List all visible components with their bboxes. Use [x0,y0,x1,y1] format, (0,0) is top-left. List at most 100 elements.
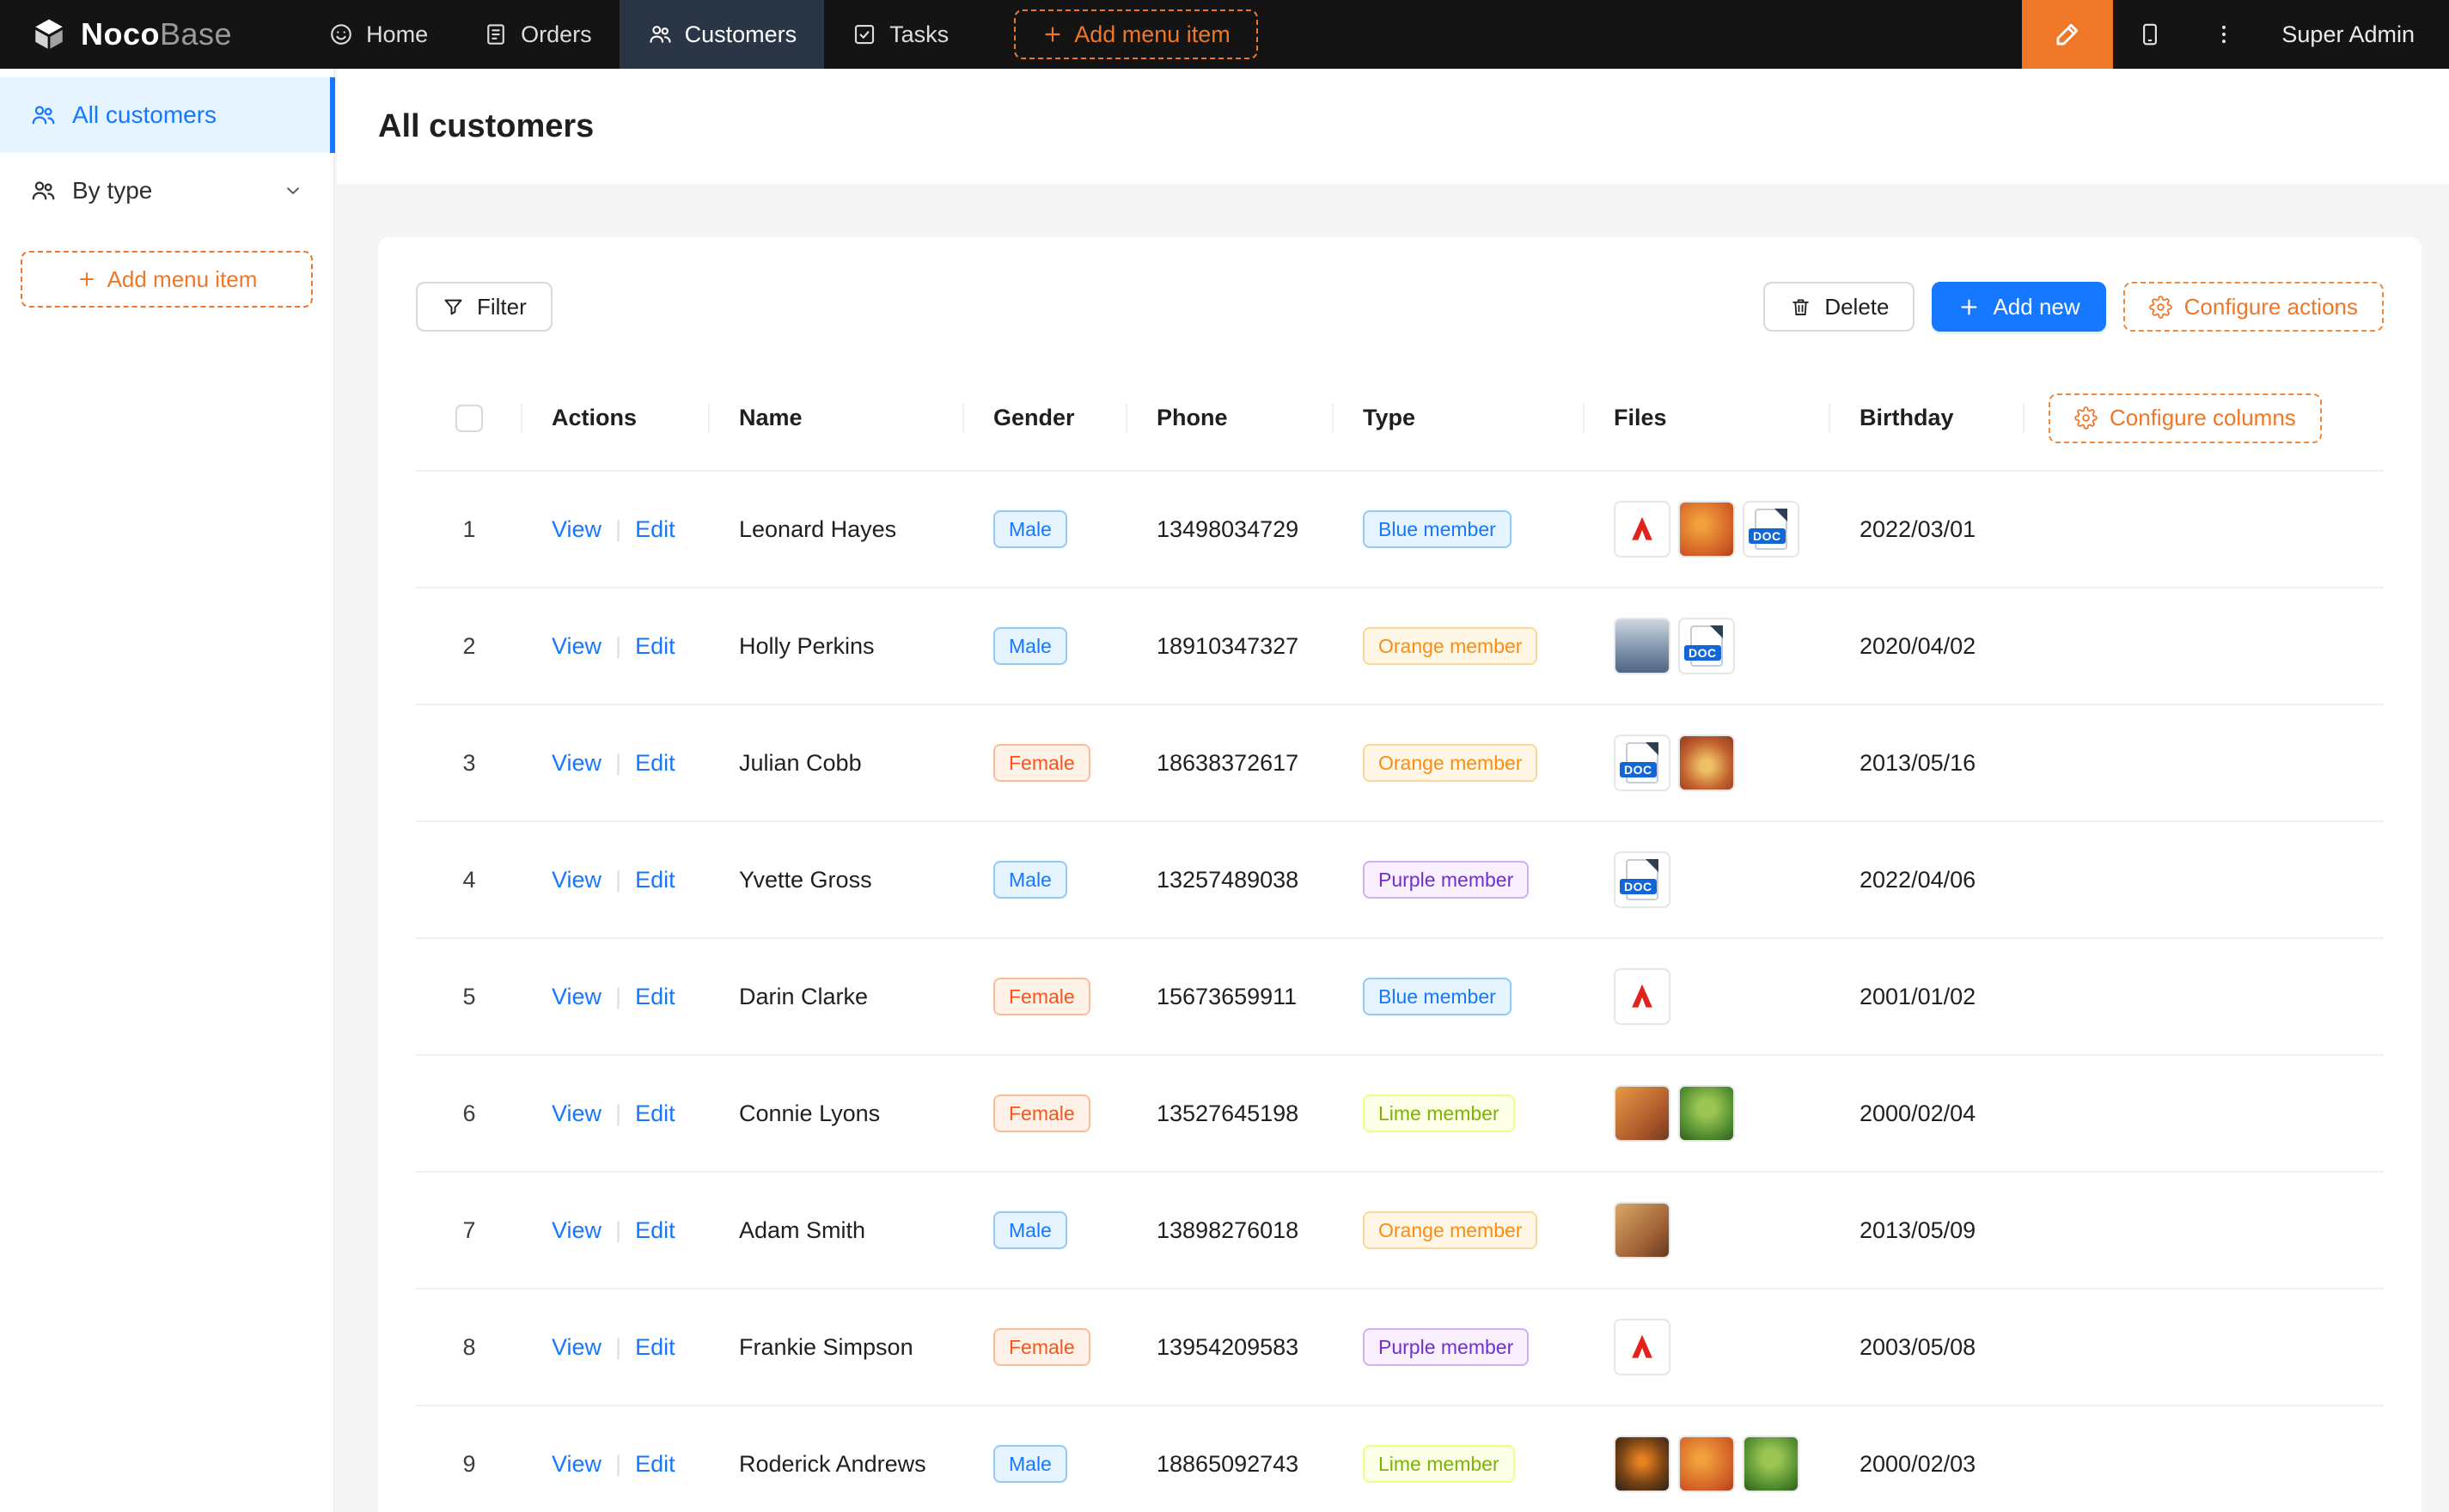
cell-configure-spacer [2025,821,2384,938]
image-thumbnail-broccoli[interactable] [1743,1436,1799,1492]
cell-configure-spacer [2025,704,2384,821]
view-link[interactable]: View [552,633,602,659]
cell-phone: 18865092743 [1127,1405,1334,1512]
edit-link[interactable]: Edit [635,516,675,542]
view-link[interactable]: View [552,1100,602,1126]
pdf-file-icon[interactable] [1614,968,1670,1025]
page-fold-icon [1774,509,1787,521]
nav-item-home[interactable]: Home [301,0,455,69]
sidebar-item-label: By type [72,177,152,204]
cell-name: Julian Cobb [710,704,964,821]
cell-name: Darin Clarke [710,938,964,1055]
cell-gender: Male [964,821,1127,938]
action-divider: | [615,1334,621,1360]
action-divider: | [615,750,621,776]
image-thumbnail-oranges[interactable] [1678,501,1735,558]
user-menu[interactable]: Super Admin [2261,21,2449,48]
edit-link[interactable]: Edit [635,984,675,1009]
files-list: DOC [1614,851,1817,908]
page-fold-icon [1646,742,1658,755]
files-list [1614,1202,1817,1259]
view-link[interactable]: View [552,1451,602,1477]
image-thumbnail-autumn[interactable] [1614,1085,1670,1142]
filter-button[interactable]: Filter [416,282,553,332]
cell-birthday: 2020/04/02 [1830,588,2025,704]
image-thumbnail-people[interactable] [1614,618,1670,674]
doc-page: DOC [1626,742,1658,783]
table-block-card: Filter Delete [378,237,2422,1512]
sidebar-item-label: All customers [72,101,217,129]
delete-button[interactable]: Delete [1763,282,1915,332]
column-header-birthday: Birthday [1830,366,2025,471]
image-thumbnail-oranges[interactable] [1678,1436,1735,1492]
cell-phone: 13498034729 [1127,471,1334,588]
cell-phone: 15673659911 [1127,938,1334,1055]
view-link[interactable]: View [552,750,602,776]
view-link[interactable]: View [552,1217,602,1243]
chevron-down-icon[interactable] [282,180,304,202]
image-thumbnail-food[interactable] [1614,1202,1670,1259]
image-thumbnail-dark-oranges[interactable] [1614,1436,1670,1492]
cell-birthday: 2000/02/03 [1830,1405,2025,1512]
cell-files [1585,938,1830,1055]
add-new-button[interactable]: Add new [1932,282,2105,332]
nav-add-menu-item-button[interactable]: Add menu item [1014,9,1258,59]
cell-birthday: 2022/04/06 [1830,821,2025,938]
nav-item-tasks[interactable]: Tasks [824,0,976,69]
pdf-file-icon[interactable] [1614,1319,1670,1375]
image-thumbnail-broccoli[interactable] [1678,1085,1735,1142]
configure-actions-button[interactable]: Configure actions [2123,282,2384,332]
view-link[interactable]: View [552,867,602,893]
image-thumbnail-pizza[interactable] [1678,735,1735,791]
sidebar-item-all-customers[interactable]: All customers [0,77,333,153]
edit-link[interactable]: Edit [635,1100,675,1126]
pdf-file-icon[interactable] [1614,501,1670,558]
edit-link[interactable]: Edit [635,867,675,893]
cell-configure-spacer [2025,588,2384,704]
select-all-checkbox[interactable] [455,405,483,432]
more-menu-button[interactable] [2187,0,2261,69]
type-tag: Orange member [1363,744,1537,782]
doc-file-icon[interactable]: DOC [1743,501,1799,558]
mobile-designer-button[interactable] [2113,0,2187,69]
cell-gender: Male [964,588,1127,704]
table-row: 8 View|Edit Frankie Simpson Female 13954… [416,1289,2384,1405]
table-toolbar: Filter Delete [416,282,2384,332]
doc-file-icon[interactable]: DOC [1678,618,1735,674]
configure-columns-button[interactable]: Configure columns [2049,393,2322,443]
adobe-pdf-glyph [1626,513,1658,546]
cell-files [1585,1055,1830,1172]
edit-link[interactable]: Edit [635,1334,675,1360]
brand-name-bold: Noco [81,16,160,52]
sidebar-add-menu-item-button[interactable]: Add menu item [21,251,313,308]
sidebar-item-by-type[interactable]: By type [0,153,333,229]
files-list [1614,968,1817,1025]
nocobase-logo[interactable]: NocoBase [0,16,301,52]
nav-item-orders[interactable]: Orders [455,0,620,69]
doc-file-icon[interactable]: DOC [1614,735,1670,791]
cell-birthday: 2013/05/09 [1830,1172,2025,1289]
edit-link[interactable]: Edit [635,633,675,659]
view-link[interactable]: View [552,984,602,1009]
files-list [1614,1085,1817,1142]
action-divider: | [615,867,621,893]
view-link[interactable]: View [552,516,602,542]
action-divider: | [615,984,621,1009]
nav-item-customers[interactable]: Customers [620,0,825,69]
edit-link[interactable]: Edit [635,750,675,776]
edit-link[interactable]: Edit [635,1451,675,1477]
files-list: DOC [1614,618,1817,674]
ui-editor-button[interactable] [2022,0,2113,69]
document-icon [483,21,509,47]
table-row: 5 View|Edit Darin Clarke Female 15673659… [416,938,2384,1055]
doc-page: DOC [1626,859,1658,900]
edit-link[interactable]: Edit [635,1217,675,1243]
doc-file-icon[interactable]: DOC [1614,851,1670,908]
cell-phone: 13898276018 [1127,1172,1334,1289]
action-divider: | [615,633,621,659]
ellipsis-vertical-icon [2211,21,2237,47]
cell-name: Adam Smith [710,1172,964,1289]
cell-gender: Female [964,704,1127,821]
view-link[interactable]: View [552,1334,602,1360]
nav-item-label: Orders [521,21,592,48]
